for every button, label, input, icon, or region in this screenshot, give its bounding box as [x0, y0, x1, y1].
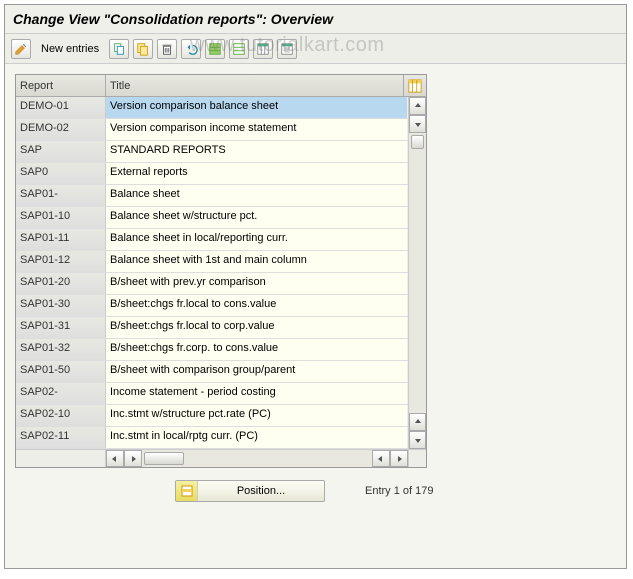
- scroll-left-button[interactable]: [106, 450, 124, 467]
- table-row[interactable]: SAP01-11Balance sheet in local/reporting…: [16, 229, 408, 251]
- sap-window: Change View "Consolidation reports": Ove…: [4, 4, 627, 569]
- cell-report[interactable]: DEMO-01: [16, 97, 106, 118]
- footer: Position... Entry 1 of 179: [15, 468, 616, 510]
- cell-report[interactable]: SAP02-: [16, 383, 106, 404]
- table-row[interactable]: SAP01-30B/sheet:chgs fr.local to cons.va…: [16, 295, 408, 317]
- table-row[interactable]: SAP01-32B/sheet:chgs fr.corp. to cons.va…: [16, 339, 408, 361]
- table-row[interactable]: SAPSTANDARD REPORTS: [16, 141, 408, 163]
- cell-report[interactable]: SAP01-11: [16, 229, 106, 250]
- table-row[interactable]: SAP02-11Inc.stmt in local/rptg curr. (PC…: [16, 427, 408, 449]
- column-config-button[interactable]: [404, 75, 426, 96]
- cell-report[interactable]: SAP01-: [16, 185, 106, 206]
- scroll-corner: [408, 450, 426, 467]
- table-row[interactable]: SAP01-31B/sheet:chgs fr.local to corp.va…: [16, 317, 408, 339]
- cell-title[interactable]: B/sheet:chgs fr.corp. to cons.value: [106, 339, 408, 360]
- new-entries-button[interactable]: New entries: [35, 39, 105, 59]
- cell-title[interactable]: Balance sheet in local/reporting curr.: [106, 229, 408, 250]
- grid-header: Report Title: [16, 75, 426, 97]
- change-toggle-button[interactable]: [11, 39, 31, 59]
- cell-report[interactable]: SAP: [16, 141, 106, 162]
- cell-report[interactable]: SAP01-50: [16, 361, 106, 382]
- hscroll-gutter: [16, 450, 106, 467]
- cell-title[interactable]: External reports: [106, 163, 408, 184]
- cell-title[interactable]: B/sheet:chgs fr.local to corp.value: [106, 317, 408, 338]
- content-area: Report Title DEMO-01Version comparison b…: [5, 64, 626, 568]
- toolbar: www.tutorialkart.com New entries: [5, 34, 626, 64]
- cell-report[interactable]: SAP01-30: [16, 295, 106, 316]
- vertical-scrollbar[interactable]: [408, 97, 426, 449]
- table-row[interactable]: SAP02-10Inc.stmt w/structure pct.rate (P…: [16, 405, 408, 427]
- horizontal-scroll-thumb[interactable]: [144, 452, 184, 465]
- grid-rows: DEMO-01Version comparison balance sheetD…: [16, 97, 408, 449]
- scroll-down-button[interactable]: [409, 431, 426, 449]
- print-button[interactable]: [277, 39, 297, 59]
- position-icon: [176, 481, 198, 501]
- cell-title[interactable]: B/sheet with prev.yr comparison: [106, 273, 408, 294]
- scroll-right-small-button[interactable]: [124, 450, 142, 467]
- cell-report[interactable]: SAP02-11: [16, 427, 106, 448]
- grid: Report Title DEMO-01Version comparison b…: [15, 74, 427, 468]
- position-label: Position...: [198, 485, 324, 497]
- copy-as-button[interactable]: [109, 39, 129, 59]
- cell-report[interactable]: SAP01-12: [16, 251, 106, 272]
- cell-title[interactable]: Balance sheet with 1st and main column: [106, 251, 408, 272]
- scroll-up-button[interactable]: [409, 97, 426, 115]
- cell-report[interactable]: SAP02-10: [16, 405, 106, 426]
- cell-title[interactable]: B/sheet with comparison group/parent: [106, 361, 408, 382]
- deselect-all-button[interactable]: [229, 39, 249, 59]
- table-settings-button[interactable]: [253, 39, 273, 59]
- table-row[interactable]: SAP01-Balance sheet: [16, 185, 408, 207]
- cell-report[interactable]: SAP01-20: [16, 273, 106, 294]
- grid-body: DEMO-01Version comparison balance sheetD…: [16, 97, 426, 449]
- window-title: Change View "Consolidation reports": Ove…: [5, 5, 626, 34]
- cell-report[interactable]: SAP01-31: [16, 317, 106, 338]
- cell-report[interactable]: DEMO-02: [16, 119, 106, 140]
- cell-title[interactable]: Version comparison income statement: [106, 119, 408, 140]
- vertical-scroll-thumb[interactable]: [411, 135, 424, 149]
- select-all-button[interactable]: [205, 39, 225, 59]
- cell-report[interactable]: SAP01-10: [16, 207, 106, 228]
- cell-title[interactable]: B/sheet:chgs fr.local to cons.value: [106, 295, 408, 316]
- column-header-report[interactable]: Report: [16, 75, 106, 96]
- table-row[interactable]: DEMO-02Version comparison income stateme…: [16, 119, 408, 141]
- table-row[interactable]: SAP0External reports: [16, 163, 408, 185]
- table-row[interactable]: SAP02-Income statement - period costing: [16, 383, 408, 405]
- undo-button[interactable]: [181, 39, 201, 59]
- cell-title[interactable]: Balance sheet: [106, 185, 408, 206]
- cell-title[interactable]: Inc.stmt w/structure pct.rate (PC): [106, 405, 408, 426]
- table-row[interactable]: SAP01-10Balance sheet w/structure pct.: [16, 207, 408, 229]
- cell-title[interactable]: Inc.stmt in local/rptg curr. (PC): [106, 427, 408, 448]
- copy-button[interactable]: [133, 39, 153, 59]
- table-row[interactable]: SAP01-20B/sheet with prev.yr comparison: [16, 273, 408, 295]
- horizontal-scrollbar[interactable]: [16, 449, 426, 467]
- cell-title[interactable]: STANDARD REPORTS: [106, 141, 408, 162]
- cell-title[interactable]: Balance sheet w/structure pct.: [106, 207, 408, 228]
- scroll-up-small-button[interactable]: [409, 413, 426, 431]
- cell-title[interactable]: Version comparison balance sheet: [106, 97, 408, 118]
- position-button[interactable]: Position...: [175, 480, 325, 502]
- table-row[interactable]: DEMO-01Version comparison balance sheet: [16, 97, 408, 119]
- scroll-right-button[interactable]: [390, 450, 408, 467]
- scroll-down-small-button[interactable]: [409, 115, 426, 133]
- scroll-left-small-button[interactable]: [372, 450, 390, 467]
- entry-status: Entry 1 of 179: [365, 485, 434, 497]
- horizontal-scroll-track[interactable]: [142, 450, 372, 467]
- table-row[interactable]: SAP01-50B/sheet with comparison group/pa…: [16, 361, 408, 383]
- column-header-title[interactable]: Title: [106, 75, 404, 96]
- cell-report[interactable]: SAP01-32: [16, 339, 106, 360]
- cell-report[interactable]: SAP0: [16, 163, 106, 184]
- table-row[interactable]: SAP01-12Balance sheet with 1st and main …: [16, 251, 408, 273]
- delete-button[interactable]: [157, 39, 177, 59]
- cell-title[interactable]: Income statement - period costing: [106, 383, 408, 404]
- vertical-scroll-track[interactable]: [409, 133, 426, 413]
